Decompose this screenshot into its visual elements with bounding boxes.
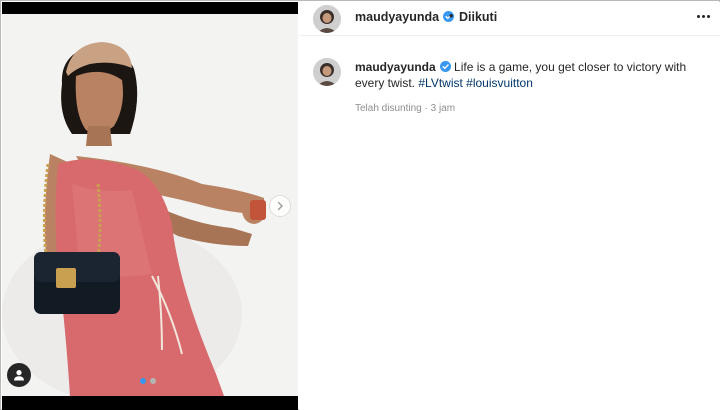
author-username[interactable]: maudyayunda xyxy=(355,10,439,24)
edited-label: Telah disunting xyxy=(355,103,422,114)
media-letterbox-bottom xyxy=(2,396,298,410)
post-media xyxy=(2,2,298,410)
post-photo[interactable] xyxy=(2,14,298,396)
carousel-dot-active xyxy=(140,378,146,384)
caption-username[interactable]: maudyayunda xyxy=(355,60,436,74)
more-options-icon xyxy=(701,14,705,18)
follow-separator: • xyxy=(449,9,454,23)
avatar-image xyxy=(313,5,341,33)
carousel-indicator xyxy=(140,378,156,384)
post-meta: Telah disunting · 3 jam xyxy=(355,103,455,114)
caption-author-avatar[interactable] xyxy=(313,58,341,86)
header-divider xyxy=(299,35,720,36)
hashtag-link[interactable]: #louisvuitton xyxy=(466,76,533,90)
user-tag-icon xyxy=(14,370,24,381)
following-button[interactable]: Diikuti xyxy=(459,10,497,24)
chevron-right-icon xyxy=(277,201,283,211)
avatar-image xyxy=(313,58,341,86)
more-options-icon xyxy=(696,14,700,18)
post-details-pane: maudyayunda • Diikuti maudyayunda Life i… xyxy=(299,2,720,410)
carousel-dot xyxy=(150,378,156,384)
meta-separator: · xyxy=(424,103,428,114)
post-dialog: maudyayunda • Diikuti maudyayunda Life i… xyxy=(0,0,720,410)
hashtag-link[interactable]: #LVtwist xyxy=(418,76,462,90)
post-header: maudyayunda • Diikuti xyxy=(299,2,720,34)
author-username-link[interactable]: maudyayunda xyxy=(355,10,455,24)
caption-text: maudyayunda Life is a game, you get clos… xyxy=(355,59,695,91)
user-tags-button[interactable] xyxy=(7,363,31,387)
verified-badge-icon xyxy=(439,61,451,72)
media-letterbox-top xyxy=(2,2,298,14)
more-options-icon xyxy=(706,14,710,18)
author-avatar[interactable] xyxy=(313,5,341,33)
more-options-button[interactable] xyxy=(695,8,711,24)
post-timestamp[interactable]: 3 jam xyxy=(431,103,455,114)
fashion-photo-illustration xyxy=(2,14,298,396)
carousel-next-button[interactable] xyxy=(269,195,291,217)
